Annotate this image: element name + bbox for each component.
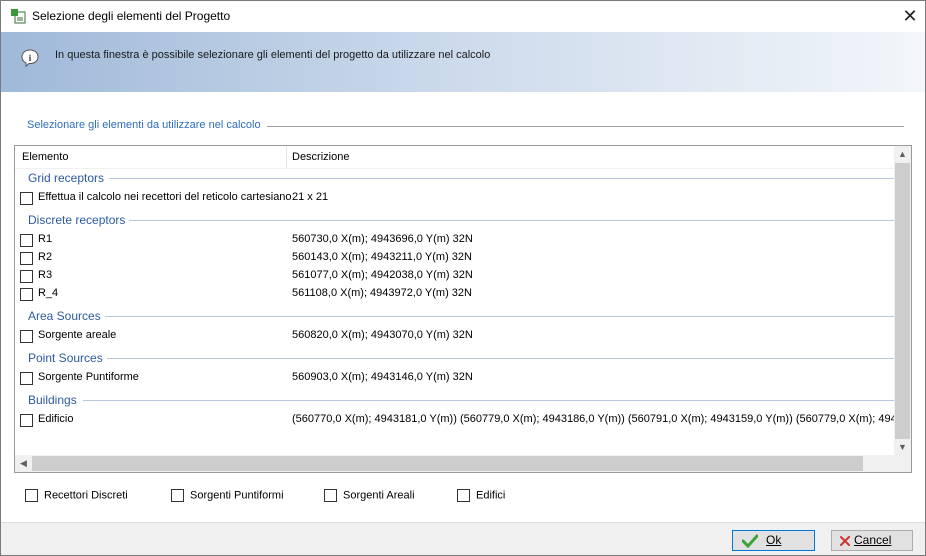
filter-checkbox[interactable] <box>171 489 184 502</box>
row-checkbox[interactable] <box>20 288 33 301</box>
row-description: 21 x 21 <box>292 191 329 203</box>
row-checkbox[interactable] <box>20 234 33 247</box>
vertical-scrollbar[interactable]: ▲ ▼ <box>894 146 911 456</box>
group-title: Selezionare gli elementi da utilizzare n… <box>27 119 267 131</box>
filter-checkbox[interactable] <box>457 489 470 502</box>
filter-label: Edifici <box>476 489 506 502</box>
ok-label: Ok <box>766 533 782 547</box>
column-header-descrizione[interactable]: Descrizione <box>292 146 349 168</box>
row-label: R_4 <box>38 287 59 299</box>
dialog-window: Selezione degli elementi del Progetto ✕ … <box>0 0 926 556</box>
row-description: 560903,0 X(m); 4943146,0 Y(m) 32N <box>292 371 473 383</box>
scroll-down-icon[interactable]: ▼ <box>894 439 911 456</box>
list-item[interactable]: Sorgente Puntiforme 560903,0 X(m); 49431… <box>15 369 895 387</box>
cancel-label: Cancel <box>854 533 892 547</box>
vertical-scroll-thumb[interactable] <box>895 163 910 439</box>
row-description: 560820,0 X(m); 4943070,0 Y(m) 32N <box>292 329 473 341</box>
cancel-button[interactable]: Cancel <box>831 530 913 551</box>
list-item[interactable]: R_4 561108,0 X(m); 4943972,0 Y(m) 32N <box>15 285 895 303</box>
info-banner: i In questa finestra è possibile selezio… <box>1 32 925 92</box>
group-line <box>109 178 895 179</box>
filter-label: Sorgenti Areali <box>343 489 415 502</box>
close-button[interactable]: ✕ <box>895 1 925 32</box>
group-header-area-sources: Area Sources <box>28 309 101 323</box>
filter-label: Sorgenti Puntiformi <box>190 489 284 502</box>
header-divider <box>15 168 895 169</box>
cancel-x-icon <box>840 536 850 546</box>
info-icon: i <box>21 49 39 68</box>
filter-sorgenti-areali[interactable]: Sorgenti Areali <box>324 489 415 502</box>
column-header-elemento[interactable]: Elemento <box>22 146 68 168</box>
group-header-buildings: Buildings <box>28 393 77 407</box>
horizontal-scroll-thumb[interactable] <box>32 456 863 471</box>
title-bar: Selezione degli elementi del Progetto ✕ <box>1 1 925 32</box>
filter-edifici[interactable]: Edifici <box>457 489 505 502</box>
column-separator[interactable] <box>286 146 287 168</box>
row-description: 561077,0 X(m); 4942038,0 Y(m) 32N <box>292 269 473 281</box>
row-label: R3 <box>38 269 53 281</box>
row-label: R1 <box>38 233 53 245</box>
row-checkbox[interactable] <box>20 372 33 385</box>
list-item[interactable]: Edificio (560770,0 X(m); 4943181,0 Y(m))… <box>15 411 911 429</box>
window-title: Selezione degli elementi del Progetto <box>32 9 231 23</box>
list-item[interactable]: R2 560143,0 X(m); 4943211,0 Y(m) 32N <box>15 249 895 267</box>
row-label: Effettua il calcolo nei recettori del re… <box>38 191 292 203</box>
scroll-up-icon[interactable]: ▲ <box>894 146 911 163</box>
group-line <box>83 400 895 401</box>
filter-label: Recettori Discreti <box>44 489 128 502</box>
horizontal-scrollbar[interactable]: ◀ ▶ <box>15 455 911 472</box>
list-item[interactable]: Effettua il calcolo nei recettori del re… <box>15 189 895 207</box>
check-icon <box>742 534 758 548</box>
row-checkbox[interactable] <box>20 330 33 343</box>
group-header-grid-receptors: Grid receptors <box>28 171 105 185</box>
group-divider <box>256 126 904 127</box>
group-header-point-sources: Point Sources <box>28 351 103 365</box>
footer-divider <box>1 522 925 523</box>
group-line <box>105 316 895 317</box>
app-icon <box>11 9 26 24</box>
row-label: Edificio <box>38 413 74 425</box>
ok-button[interactable]: Ok <box>732 530 815 551</box>
filter-checkbox[interactable] <box>25 489 38 502</box>
filter-sorgenti-puntiformi[interactable]: Sorgenti Puntiformi <box>171 489 284 502</box>
row-label: Sorgente Puntiforme <box>38 371 139 383</box>
banner-text: In questa finestra è possibile seleziona… <box>55 49 491 61</box>
row-description: (560770,0 X(m); 4943181,0 Y(m)) (560779,… <box>292 413 912 425</box>
filter-checkbox[interactable] <box>324 489 337 502</box>
main-content: Selezionare gli elementi da utilizzare n… <box>1 92 925 522</box>
group-line <box>129 220 895 221</box>
row-label: Sorgente areale <box>38 329 117 341</box>
row-description: 561108,0 X(m); 4943972,0 Y(m) 32N <box>292 287 472 299</box>
elements-list[interactable]: Elemento Descrizione Grid receptors Effe… <box>14 145 912 473</box>
filter-recettori-discreti[interactable]: Recettori Discreti <box>25 489 128 502</box>
scroll-corner <box>894 455 911 472</box>
group-header-discrete-receptors: Discrete receptors <box>28 213 126 227</box>
group-line <box>107 358 895 359</box>
list-item[interactable]: R3 561077,0 X(m); 4942038,0 Y(m) 32N <box>15 267 895 285</box>
row-description: 560143,0 X(m); 4943211,0 Y(m) 32N <box>292 251 472 263</box>
row-description: 560730,0 X(m); 4943696,0 Y(m) 32N <box>292 233 473 245</box>
row-checkbox[interactable] <box>20 414 33 427</box>
row-checkbox[interactable] <box>20 270 33 283</box>
list-item[interactable]: R1 560730,0 X(m); 4943696,0 Y(m) 32N <box>15 231 895 249</box>
row-label: R2 <box>38 251 53 263</box>
list-item[interactable]: Sorgente areale 560820,0 X(m); 4943070,0… <box>15 327 895 345</box>
row-checkbox[interactable] <box>20 192 33 205</box>
scroll-left-icon[interactable]: ◀ <box>15 455 32 472</box>
row-checkbox[interactable] <box>20 252 33 265</box>
